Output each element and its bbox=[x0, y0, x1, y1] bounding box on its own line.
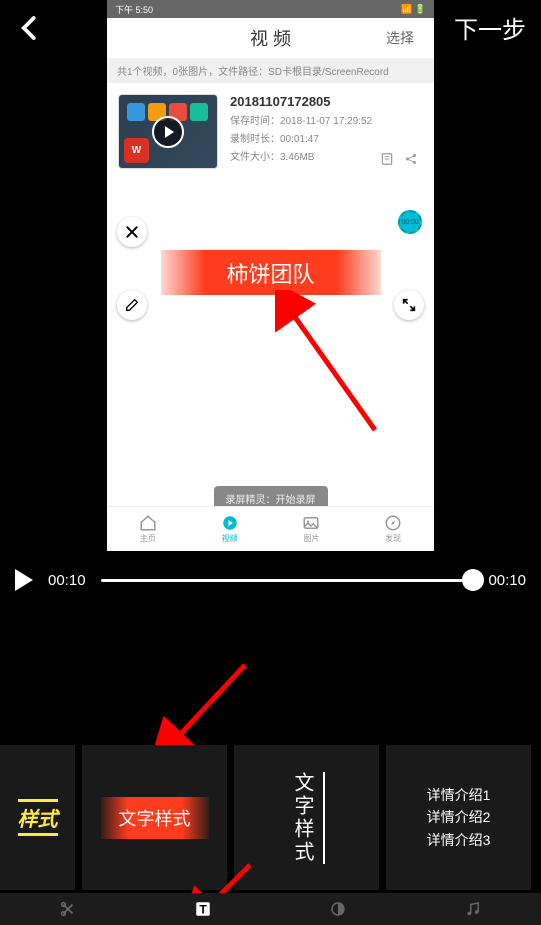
player-controls: 00:10 00:10 bbox=[0, 560, 541, 600]
play-circle-icon bbox=[221, 514, 239, 532]
back-arrow[interactable] bbox=[15, 13, 45, 43]
timer-badge: 00:00 bbox=[398, 210, 422, 234]
preview-container: 下午 5:50 📶 🔋 视 频 选择 共1个视频，0张图片，文件路径：SD卡根目… bbox=[107, 0, 434, 551]
nav-image: 图片 bbox=[302, 514, 320, 544]
image-icon bbox=[302, 514, 320, 532]
nav-video: 视频 bbox=[221, 514, 239, 544]
progress-handle[interactable] bbox=[462, 569, 484, 591]
progress-slider[interactable] bbox=[101, 579, 474, 582]
video-item: W 20181107172805 保存时间：2018-11-07 17:29:5… bbox=[107, 83, 434, 180]
style-3-text: 文字样式 bbox=[288, 772, 325, 864]
note-icon bbox=[380, 152, 394, 171]
music-tool[interactable] bbox=[461, 900, 485, 918]
effects-tool[interactable] bbox=[326, 900, 350, 918]
close-overlay-button[interactable] bbox=[117, 217, 147, 247]
style-option-1[interactable]: 样式 bbox=[0, 745, 75, 890]
style-2-text: 文字样式 bbox=[101, 797, 209, 839]
total-time: 00:10 bbox=[488, 572, 526, 589]
video-thumbnail: W bbox=[118, 94, 218, 169]
style-4-text: 详情介绍1 详情介绍2 详情介绍3 bbox=[427, 784, 491, 851]
current-time: 00:10 bbox=[48, 572, 86, 589]
style-option-4[interactable]: 详情介绍1 详情介绍2 详情介绍3 bbox=[386, 745, 531, 890]
cut-tool[interactable] bbox=[56, 900, 80, 918]
style-option-3[interactable]: 文字样式 bbox=[234, 745, 379, 890]
file-path-bar: 共1个视频，0张图片，文件路径：SD卡根目录/ScreenRecord bbox=[107, 58, 434, 83]
video-save-time: 保存时间：2018-11-07 17:29:52 bbox=[230, 112, 423, 127]
top-bar: 下一步 bbox=[0, 0, 541, 55]
share-icon bbox=[404, 152, 418, 171]
wps-badge-icon: W bbox=[124, 138, 149, 163]
nav-home: 主页 bbox=[139, 514, 157, 544]
style-carousel[interactable]: 样式 文字样式 文字样式 详情介绍1 详情介绍2 详情介绍3 bbox=[0, 745, 541, 890]
text-overlay-banner[interactable]: 柿饼团队 bbox=[161, 250, 381, 295]
home-icon bbox=[139, 514, 157, 532]
edit-overlay-button[interactable] bbox=[117, 290, 147, 320]
video-name: 20181107172805 bbox=[230, 94, 423, 109]
style-1-text: 样式 bbox=[18, 803, 58, 832]
bottom-toolbar: T bbox=[0, 893, 541, 925]
video-duration: 录制时长：00:01:47 bbox=[230, 130, 423, 145]
text-tool[interactable]: T bbox=[191, 900, 215, 918]
svg-text:T: T bbox=[199, 903, 207, 917]
next-button[interactable]: 下一步 bbox=[454, 10, 526, 45]
play-overlay-icon bbox=[152, 116, 184, 148]
play-button[interactable] bbox=[15, 569, 33, 591]
nav-discover: 发现 bbox=[384, 514, 402, 544]
compass-icon bbox=[384, 514, 402, 532]
bottom-nav: 主页 视频 图片 发现 bbox=[107, 506, 434, 551]
style-option-2[interactable]: 文字样式 bbox=[82, 745, 227, 890]
expand-overlay-button[interactable] bbox=[394, 290, 424, 320]
